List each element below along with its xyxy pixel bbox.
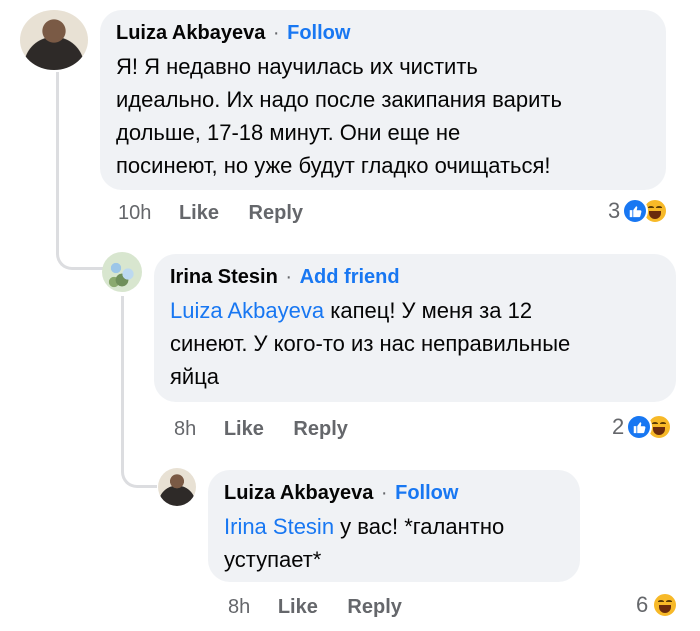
timestamp[interactable]: 8h [228,596,250,618]
comment-header: Luiza Akbayeva · Follow [116,20,650,46]
comment-author[interactable]: Luiza Akbayeva [224,482,373,504]
comment-bubble: Irina Stesin · Add friend Luiza Akbayeva… [154,254,676,402]
reply-button[interactable]: Reply [293,418,347,440]
reply-button[interactable]: Reply [347,596,401,618]
comment-bubble: Luiza Akbayeva · Follow Irina Stesin у в… [208,470,580,582]
thread-line-main [56,72,59,222]
comment-actions: 8h Like Reply [174,418,372,441]
timestamp[interactable]: 10h [118,202,151,224]
reaction-count: 6 [636,592,649,617]
reaction-summary[interactable]: 3 [608,198,669,224]
haha-icon [652,592,679,618]
timestamp[interactable]: 8h [174,418,196,440]
comment-text: Я! Я недавно научилась их чистить идеаль… [116,54,562,178]
reaction-count: 3 [608,198,621,223]
comment-header: Luiza Akbayeva · Follow [224,480,564,506]
avatar[interactable] [102,252,142,292]
like-button[interactable]: Like [224,418,264,440]
reaction-count: 2 [612,414,625,439]
comment-header: Irina Stesin · Add friend [170,264,660,290]
add-friend-button[interactable]: Add friend [300,266,400,288]
reaction-summary[interactable]: 2 [612,414,673,440]
thread-line-reply-1 [121,296,124,456]
like-icon [626,414,653,440]
mention-link[interactable]: Irina Stesin [224,514,334,539]
comment-actions: 8h Like Reply [228,596,426,619]
separator-dot: · [380,482,388,504]
comment-text: Luiza Akbayeva капец! У меня за 12 синею… [170,298,571,389]
thread-connector-reply-2 [121,452,157,488]
avatar[interactable] [158,468,196,506]
follow-button[interactable]: Follow [395,482,458,504]
like-button[interactable]: Like [278,596,318,618]
like-button[interactable]: Like [179,202,219,224]
reaction-summary[interactable]: 6 [636,592,679,618]
follow-button[interactable]: Follow [287,22,350,44]
avatar[interactable] [20,10,88,70]
comment-text: Irina Stesin у вас! *галантно уступает* [224,514,505,572]
comment-bubble: Luiza Akbayeva · Follow Я! Я недавно нау… [100,10,666,190]
comment-actions: 10h Like Reply [118,202,327,225]
thread-connector-reply-1 [56,220,104,270]
comment-author[interactable]: Irina Stesin [170,266,278,288]
separator-dot: · [272,22,280,44]
mention-link[interactable]: Luiza Akbayeva [170,298,324,323]
separator-dot: · [285,266,293,288]
like-icon [622,198,649,224]
comment-author[interactable]: Luiza Akbayeva [116,22,265,44]
reply-button[interactable]: Reply [249,202,303,224]
